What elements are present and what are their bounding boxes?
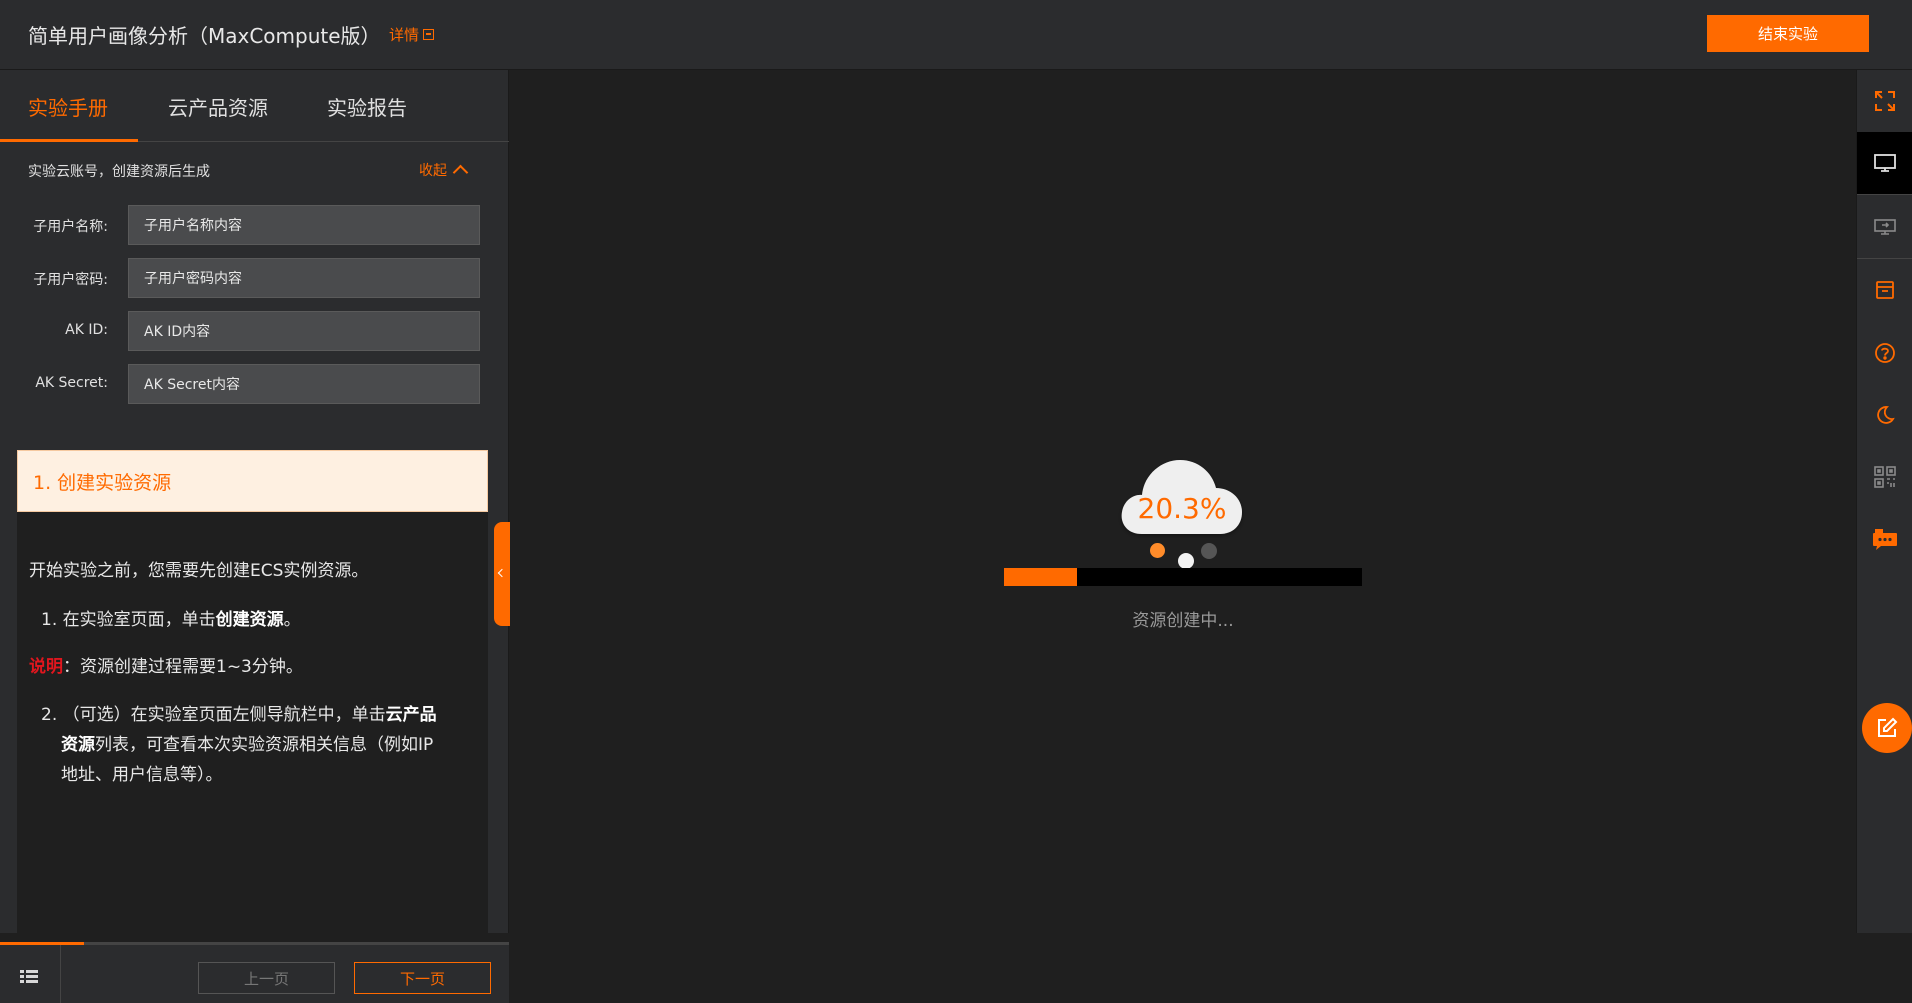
resource-emphasis: 资源 (61, 735, 95, 755)
manual-content: 1. 创建实验资源 开始实验之前，您需要先创建ECS实例资源。 1. 在实验室页… (17, 450, 488, 943)
ak-secret-field[interactable]: AK Secret内容 (128, 364, 480, 404)
step-item-2-mid: 列表，可查看本次实验资源相关信息（例如IP (95, 735, 434, 755)
fullscreen-icon (1875, 91, 1895, 111)
loading-dot-orange (1150, 543, 1165, 558)
qr-code-icon (1874, 466, 1896, 488)
chat-icon (1873, 529, 1897, 550)
fullscreen-button[interactable] (1857, 70, 1912, 132)
monitor-button[interactable] (1857, 132, 1912, 194)
list-icon[interactable] (20, 970, 38, 984)
step-item-1: 1. 在实验室页面，单击创建资源。 (41, 605, 301, 635)
field-label-ak-secret: AK Secret: (35, 375, 108, 391)
sub-password-field[interactable]: 子用户密码内容 (128, 258, 480, 298)
next-page-button[interactable]: 下一页 (354, 962, 491, 994)
divider (60, 945, 61, 1003)
edit-icon (1878, 717, 1898, 737)
edit-button[interactable] (1862, 703, 1912, 753)
step-title: 1. 创建实验资源 (17, 450, 488, 512)
collapse-label: 收起 (419, 163, 447, 179)
external-link-icon (423, 29, 435, 40)
step-item-1-suffix: 。 (283, 610, 301, 630)
archive-icon (1876, 281, 1894, 299)
account-heading: 实验云账号，创建资源后生成 (28, 164, 210, 180)
step-item-2: 2. （可选）在实验室页面左侧导航栏中，单击云产品 (41, 700, 437, 730)
note-label: 说明 (29, 657, 63, 677)
tab-manual[interactable]: 实验手册 (28, 92, 108, 121)
loading-dot-white (1178, 553, 1194, 569)
create-resource-emphasis: 创建资源 (215, 610, 284, 630)
chevron-up-icon (452, 164, 469, 181)
qr-code-button[interactable] (1857, 446, 1912, 508)
sub-username-field[interactable]: 子用户名称内容 (128, 205, 480, 245)
right-toolbar (1856, 70, 1912, 933)
end-experiment-button[interactable]: 结束实验 (1707, 15, 1869, 52)
step-item-2-line3: 地址、用户信息等）。 (61, 765, 223, 785)
theme-toggle-button[interactable] (1857, 384, 1912, 446)
bottom-bar: 上一页 下一页 (0, 945, 509, 1003)
left-panel: 实验手册 云产品资源 实验报告 实验云账号，创建资源后生成 收起 子用户名称: … (0, 70, 510, 1003)
loading-progress-bar (1004, 568, 1362, 586)
detail-label: 详情 (389, 26, 420, 44)
help-icon (1875, 343, 1895, 363)
step-item-2-line2: 资源列表，可查看本次实验资源相关信息（例如IP (61, 730, 433, 760)
chat-button[interactable] (1857, 508, 1912, 570)
monitor-icon (1874, 154, 1896, 172)
detail-link[interactable]: 详情 (389, 24, 435, 45)
field-label-sub-password: 子用户密码: (33, 272, 108, 288)
remote-desktop-button[interactable] (1857, 195, 1912, 257)
loading-status: 资源创建中... (1132, 611, 1234, 631)
field-label-ak-id: AK ID: (65, 322, 108, 338)
prev-page-button[interactable]: 上一页 (198, 962, 335, 994)
tab-report[interactable]: 实验报告 (327, 92, 407, 121)
note-text: ：资源创建过程需要1~3分钟。 (63, 657, 303, 677)
tab-bar: 实验手册 云产品资源 实验报告 (0, 70, 509, 142)
tab-cloud-resources[interactable]: 云产品资源 (168, 92, 268, 121)
loading-progress-fill (1004, 568, 1077, 586)
loading-dot-gray (1201, 543, 1217, 559)
ak-id-field[interactable]: AK ID内容 (128, 311, 480, 351)
collapse-toggle[interactable]: 收起 (419, 160, 469, 181)
field-label-sub-username: 子用户名称: (33, 219, 108, 235)
remote-desktop-icon (1874, 219, 1896, 235)
top-bar: 简单用户画像分析（MaxCompute版） 详情 结束实验 (0, 0, 1912, 70)
moon-icon (1877, 406, 1895, 424)
progress-percent: 20.3% (1137, 492, 1227, 525)
step-item-1-text: 1. 在实验室页面，单击 (41, 610, 216, 630)
collapse-panel-handle[interactable] (494, 522, 510, 626)
step-item-2-text: 2. （可选）在实验室页面左侧导航栏中，单击 (41, 705, 386, 725)
intro-text: 开始实验之前，您需要先创建ECS实例资源。 (29, 561, 369, 581)
active-tab-indicator (0, 139, 138, 142)
archive-button[interactable] (1857, 259, 1912, 321)
cloud-product-emphasis: 云产品 (385, 705, 437, 725)
page-title: 简单用户画像分析（MaxCompute版） (28, 24, 381, 48)
help-button[interactable] (1857, 322, 1912, 384)
note-line: 说明：资源创建过程需要1~3分钟。 (29, 652, 303, 682)
